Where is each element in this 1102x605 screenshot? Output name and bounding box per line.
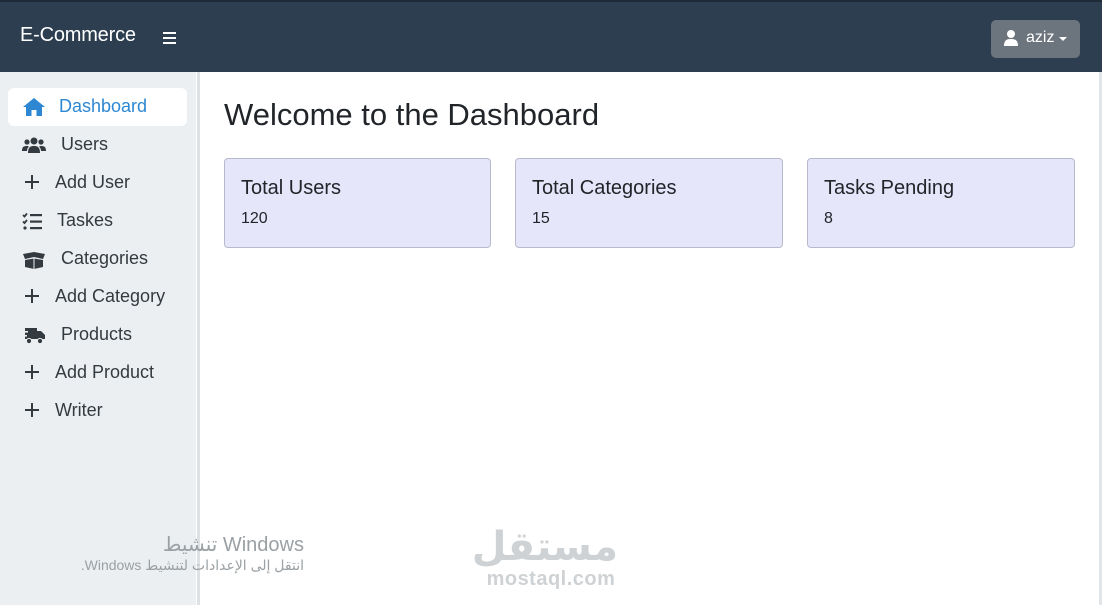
sidebar-item-label: Add Product <box>55 362 155 382</box>
sidebar-item-products[interactable]: Products <box>8 316 187 354</box>
sidebar-item-writer[interactable]: Writer <box>8 392 187 430</box>
sidebar-item-categories[interactable]: Categories <box>8 240 187 278</box>
card-value: 8 <box>824 210 833 227</box>
chevron-down-icon <box>1059 37 1067 41</box>
plus-icon <box>25 289 39 303</box>
card-title: Total Users <box>241 177 342 199</box>
sidebar-item-dashboard[interactable]: Dashboard <box>8 88 187 126</box>
stat-card-total-categories: Total Categories 15 <box>515 158 783 248</box>
sidebar-item-add-category[interactable]: Add Category <box>8 278 187 316</box>
box-open-icon <box>23 252 45 269</box>
sidebar-item-add-product[interactable]: Add Product <box>8 354 187 392</box>
card-title: Tasks Pending <box>824 177 955 199</box>
sidebar-item-label: Writer <box>55 400 103 420</box>
user-dropdown-button[interactable]: aziz <box>991 20 1080 58</box>
hamburger-menu-icon[interactable] <box>160 28 178 48</box>
page-title: Welcome to the Dashboard <box>224 97 600 132</box>
sidebar-item-add-user[interactable]: Add User <box>8 164 187 202</box>
sidebar-item-label: Add User <box>55 172 131 192</box>
sidebar-item-label: Dashboard <box>59 96 148 116</box>
mostaql-logo-watermark: مستقل mostaql.com <box>471 525 618 592</box>
user-name: aziz <box>1026 29 1055 46</box>
windows-activation-watermark-title: تنشيط Windows <box>162 534 304 556</box>
stat-card-total-users: Total Users 120 <box>224 158 491 248</box>
sidebar-item-label: Add Category <box>55 286 166 306</box>
card-value: 120 <box>241 210 268 227</box>
sidebar-item-users[interactable]: Users <box>8 126 187 164</box>
sidebar-item-label: Taskes <box>57 210 114 230</box>
brand-title[interactable]: E-Commerce <box>20 24 136 47</box>
user-icon <box>1004 30 1018 46</box>
stat-card-tasks-pending: Tasks Pending 8 <box>807 158 1075 248</box>
logo-arabic-text: مستقل <box>471 525 618 569</box>
card-title: Total Categories <box>532 177 677 199</box>
task-list-icon <box>22 212 42 230</box>
sidebar-item-label: Products <box>61 324 133 344</box>
card-value: 15 <box>532 210 550 227</box>
top-navbar: E-Commerce aziz <box>0 0 1102 72</box>
logo-english-text: mostaql.com <box>486 568 616 590</box>
sidebar-divider <box>197 72 200 605</box>
sidebar-item-label: Users <box>61 134 109 154</box>
plus-icon <box>25 365 39 379</box>
plus-icon <box>25 403 39 417</box>
users-icon <box>22 137 46 153</box>
sidebar-item-taskes[interactable]: Taskes <box>8 202 187 240</box>
home-icon <box>23 98 45 116</box>
windows-activation-watermark-subtitle: انتقل إلى الإعدادات لتنشيط Windows. <box>80 557 304 573</box>
sidebar-item-label: Categories <box>61 248 149 268</box>
plus-icon <box>25 175 39 189</box>
truck-icon <box>22 328 45 345</box>
